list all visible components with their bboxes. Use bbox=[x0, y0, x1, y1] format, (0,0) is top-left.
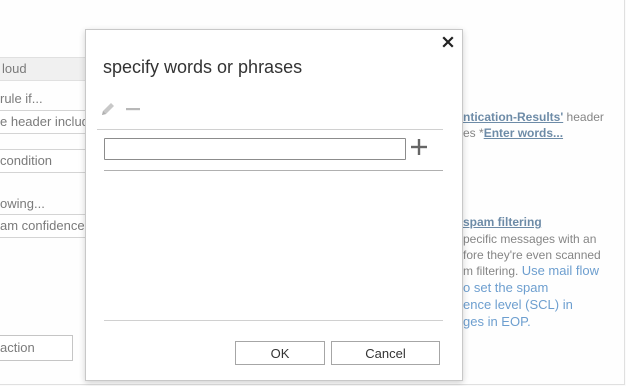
words-list[interactable] bbox=[104, 172, 443, 318]
toolbar-separator bbox=[97, 129, 443, 130]
pencil-icon[interactable] bbox=[99, 100, 117, 118]
list-top-separator bbox=[104, 170, 443, 171]
minus-icon[interactable] bbox=[125, 100, 141, 118]
ok-button[interactable]: OK bbox=[235, 341, 325, 365]
word-phrase-input[interactable] bbox=[104, 138, 406, 160]
specify-words-dialog: specify words or phrases OK Cancel bbox=[85, 29, 463, 381]
plus-icon[interactable] bbox=[410, 138, 428, 156]
cancel-button[interactable]: Cancel bbox=[331, 341, 440, 365]
close-icon[interactable] bbox=[441, 35, 455, 49]
dialog-title: specify words or phrases bbox=[103, 57, 303, 77]
dialog-footer-separator bbox=[104, 320, 443, 321]
